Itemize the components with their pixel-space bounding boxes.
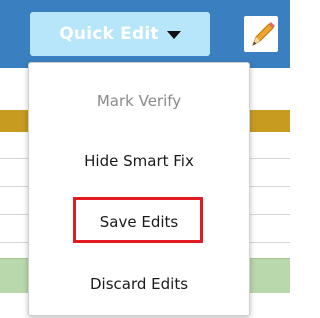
quick-edit-dropdown-menu: Mark Verify Hide Smart Fix Save Edits Di… — [28, 62, 250, 316]
menu-item-hide-smart-fix[interactable]: Hide Smart Fix — [29, 152, 249, 170]
pencil-icon — [252, 22, 275, 47]
save-edits-highlight-box — [73, 197, 203, 243]
edit-pencil-button[interactable] — [244, 16, 278, 52]
quick-edit-label: Quick Edit — [59, 24, 159, 44]
toolbar: Quick Edit — [0, 0, 290, 68]
quick-edit-button[interactable]: Quick Edit — [30, 12, 210, 56]
menu-item-mark-verify: Mark Verify — [96, 92, 182, 110]
menu-item-discard-edits[interactable]: Discard Edits — [29, 275, 249, 293]
caret-down-icon — [166, 31, 181, 39]
